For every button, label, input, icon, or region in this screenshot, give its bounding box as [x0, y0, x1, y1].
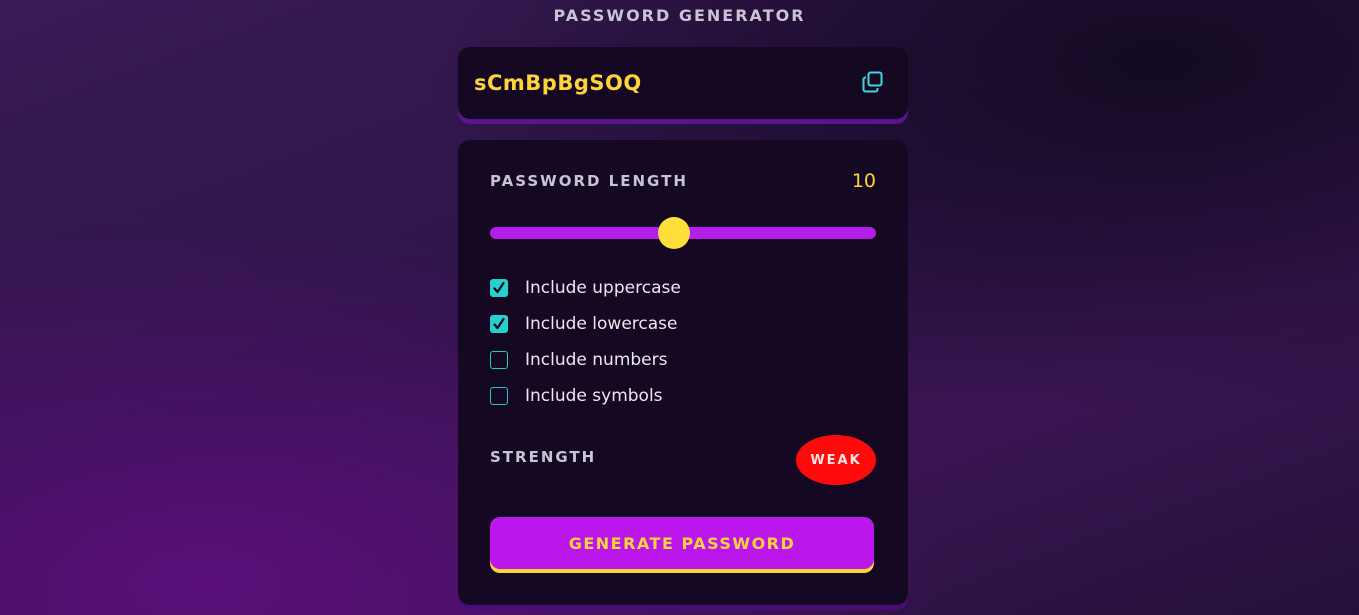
option-numbers[interactable]: Include numbers [490, 350, 668, 370]
option-label: Include lowercase [525, 314, 678, 334]
checkmark-icon [493, 317, 505, 330]
option-lowercase[interactable]: Include lowercase [490, 314, 677, 334]
copy-icon[interactable] [862, 71, 884, 93]
checkbox-numbers[interactable] [490, 351, 508, 369]
checkbox-uppercase[interactable] [490, 279, 508, 297]
settings-card: PASSWORD LENGTH 10 Include uppercase Inc… [458, 140, 908, 605]
strength-badge: WEAK [796, 435, 876, 485]
length-slider[interactable] [490, 217, 876, 249]
option-label: Include symbols [525, 386, 663, 406]
option-uppercase[interactable]: Include uppercase [490, 278, 681, 298]
length-value: 10 [851, 170, 876, 192]
checkmark-icon [493, 281, 505, 294]
password-text: sCmBpBgSOQ [474, 71, 642, 95]
option-label: Include numbers [525, 350, 668, 370]
generate-password-button[interactable]: GENERATE PASSWORD [490, 517, 874, 569]
checkbox-lowercase[interactable] [490, 315, 508, 333]
length-label: PASSWORD LENGTH [490, 172, 688, 190]
slider-thumb[interactable] [658, 217, 691, 249]
strength-label: STRENGTH [490, 448, 597, 466]
checkbox-symbols[interactable] [490, 387, 508, 405]
option-symbols[interactable]: Include symbols [490, 386, 663, 406]
password-display: sCmBpBgSOQ [458, 47, 908, 119]
app-title: PASSWORD GENERATOR [553, 6, 806, 25]
option-label: Include uppercase [525, 278, 681, 298]
